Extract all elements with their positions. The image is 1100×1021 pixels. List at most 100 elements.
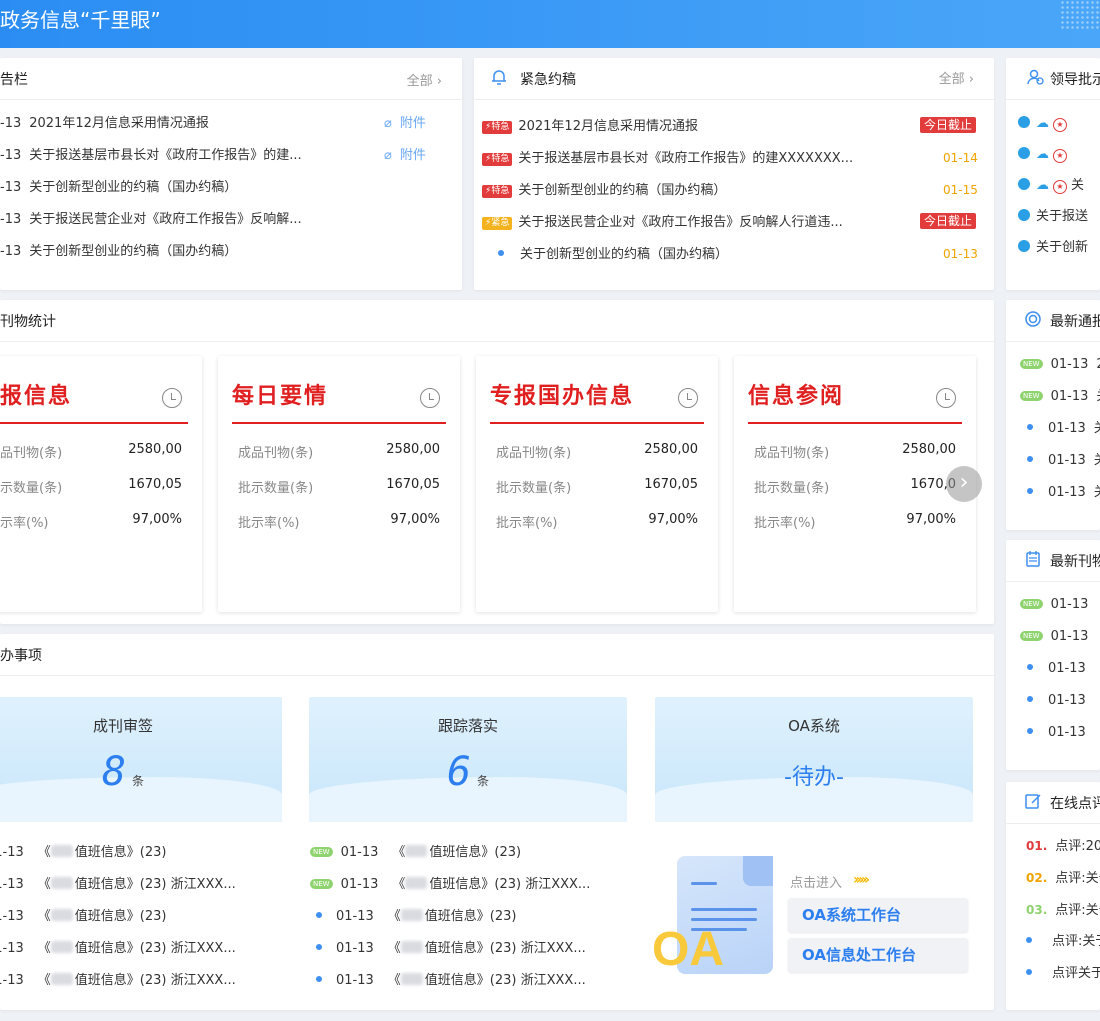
- stat-label: 成品刊物(条): [238, 446, 314, 461]
- chevron-right-icon: ›: [959, 470, 969, 495]
- review-title: 在线点评: [1050, 795, 1100, 812]
- latest-pub-row[interactable]: NEW 01-13: [1020, 627, 1100, 647]
- pending-box-oa[interactable]: OA系统 -待办-: [655, 697, 973, 822]
- due-today-badge: 今日截止: [920, 213, 977, 229]
- pending-row[interactable]: 01-13 《 值班信息》(23) 浙江XXX...: [0, 875, 276, 895]
- row-text: 关: [1096, 389, 1100, 404]
- review-row[interactable]: 03. 点评:关于: [1026, 900, 1100, 920]
- oa-info-workbench-button[interactable]: OA信息处工作台: [788, 938, 968, 972]
- leader-row[interactable]: ☁ ★ 关: [1018, 176, 1100, 196]
- pending-row[interactable]: 01-13 《 值班信息》(23) 浙江XXX...: [0, 939, 276, 959]
- hand-icon: [1018, 209, 1030, 221]
- notice-row[interactable]: -13 2021年12月信息采用情况通报: [0, 114, 450, 134]
- redacted-text: [405, 877, 428, 889]
- pending-row[interactable]: 01-13 《 值班信息》(23): [310, 907, 600, 927]
- urgent-row[interactable]: ⚡特急 2021年12月信息采用情况通报: [482, 117, 922, 137]
- row-text: 《: [37, 845, 51, 860]
- urgent-row[interactable]: ⚡紧急 关于报送民营企业对《政府工作报告》反响解人行道违...: [482, 213, 922, 233]
- notice-row[interactable]: -13 关于报送民营企业对《政府工作报告》反响解...: [0, 210, 450, 230]
- stat-card[interactable]: 报信息 品刊物(条) 2580,00 示数量(条) 1670,05 示率(%) 97,00%: [0, 356, 202, 612]
- row-text: 关: [1094, 485, 1100, 500]
- row-text: 《: [387, 909, 401, 924]
- latest-pub-header: 最新刊物: [1006, 540, 1100, 582]
- due-today-badge: 今日截止: [920, 117, 977, 133]
- pending-box-sign[interactable]: 成刊审签 8条: [0, 697, 282, 822]
- priority-badge: ⚡紧急: [482, 217, 513, 230]
- due-date: 01-13: [943, 247, 978, 261]
- row-date: 01-13: [0, 909, 24, 924]
- pending-row[interactable]: NEW 01-13 《 值班信息》(23): [310, 843, 600, 863]
- row-date: 01-13: [336, 909, 374, 924]
- pending-row[interactable]: 01-13 《 值班信息》(23) 浙江XXX...: [0, 971, 276, 991]
- clock-icon: [936, 388, 956, 408]
- latest-notice-row[interactable]: NEW 01-13 关: [1020, 387, 1100, 407]
- stat-label: 批示率(%): [238, 516, 300, 531]
- stat-label: 批示数量(条): [496, 481, 572, 496]
- review-row[interactable]: 02. 点评:关于: [1026, 868, 1100, 888]
- attachment-link[interactable]: ⌀ 附件: [384, 146, 426, 166]
- urgent-text: 关于报送基层市县长对《政府工作报告》的建XXXXXXX...: [518, 151, 854, 166]
- review-row[interactable]: 点评:关于: [1026, 932, 1100, 952]
- notice-row[interactable]: -13 关于报送基层市县长对《政府工作报告》的建...: [0, 146, 450, 166]
- pending-row[interactable]: 01-13 《 值班信息》(23) 浙江XXX...: [310, 971, 600, 991]
- stats-next-button[interactable]: ›: [946, 466, 982, 502]
- notice-more-link[interactable]: 全部 ›: [407, 70, 442, 89]
- latest-notice-row[interactable]: 01-13 关: [1020, 419, 1100, 439]
- leader-row[interactable]: ☁ ★: [1018, 114, 1100, 134]
- leader-row[interactable]: ☁ ★: [1018, 145, 1100, 165]
- stat-label: 批示数量(条): [238, 481, 314, 496]
- row-date: 01-13: [1050, 389, 1089, 404]
- attachment-link[interactable]: ⌀ 附件: [384, 114, 426, 134]
- bullet-dot: [1020, 419, 1040, 439]
- redacted-text: [400, 909, 423, 921]
- urgent-text: 关于报送民营企业对《政府工作报告》反响解人行道违...: [518, 215, 843, 230]
- pending-box-track[interactable]: 跟踪落实 6条: [309, 697, 627, 822]
- latest-notice-row[interactable]: 01-13 关: [1020, 451, 1100, 471]
- review-row[interactable]: 点评关于: [1026, 964, 1100, 984]
- latest-notice-row[interactable]: 01-13 关: [1020, 483, 1100, 503]
- redacted-text: [50, 973, 73, 985]
- latest-pub-row[interactable]: 01-13: [1020, 659, 1100, 679]
- redacted-text: [50, 909, 73, 921]
- urgent-row[interactable]: ⚡特急 关于创新型创业的约稿（国办约稿）: [482, 181, 922, 201]
- latest-pub-title: 最新刊物: [1050, 553, 1100, 570]
- review-text: 点评:20: [1055, 839, 1100, 854]
- stat-value: 97,00%: [132, 512, 182, 527]
- stat-value: 1670,05: [128, 477, 182, 492]
- due-date: 01-15: [943, 183, 978, 197]
- notice-row[interactable]: -13 关于创新型创业的约稿（国办约稿）: [0, 242, 450, 262]
- latest-notice-row[interactable]: NEW 01-13 2: [1020, 355, 1100, 375]
- pending-row[interactable]: NEW 01-13 《 值班信息》(23) 浙江XXX...: [310, 875, 600, 895]
- urgent-row[interactable]: ⚡特急 关于报送基层市县长对《政府工作报告》的建XXXXXXX...: [482, 149, 922, 169]
- clock-icon: [420, 388, 440, 408]
- urgent-more-link[interactable]: 全部 ›: [939, 68, 974, 87]
- target-icon: [1024, 310, 1042, 332]
- title-underline: [0, 422, 188, 424]
- stat-card[interactable]: 专报国办信息 成品刊物(条) 2580,00 批示数量(条) 1670,05 批示率(%)…: [476, 356, 718, 612]
- star-badge-icon: ★: [1053, 180, 1067, 194]
- notice-row[interactable]: -13 关于创新型创业的约稿（国办约稿）: [0, 178, 450, 198]
- pending-row[interactable]: 01-13 《 值班信息》(23) 浙江XXX...: [310, 939, 600, 959]
- notice-date: -13: [0, 116, 22, 131]
- redacted-text: [50, 877, 73, 889]
- pending-row[interactable]: 01-13 《 值班信息》(23): [0, 907, 276, 927]
- leader-row[interactable]: 关于报送: [1018, 207, 1100, 227]
- leader-row[interactable]: 关于创新: [1018, 238, 1100, 258]
- latest-pub-row[interactable]: NEW 01-13: [1020, 595, 1100, 615]
- stat-card[interactable]: 每日要情 成品刊物(条) 2580,00 批示数量(条) 1670,05 批示率(%) 97…: [218, 356, 460, 612]
- priority-badge: ⚡特急: [482, 121, 513, 134]
- latest-pub-row[interactable]: 01-13: [1020, 691, 1100, 711]
- map-icon: ☁: [1036, 116, 1049, 131]
- stat-card[interactable]: 信息参阅 成品刊物(条) 2580,00 批示数量(条) 1670,0 批示率(%) 97,…: [734, 356, 976, 612]
- row-date: 01-13: [340, 845, 379, 860]
- oa-workbench-button[interactable]: OA系统工作台: [788, 898, 968, 932]
- review-row[interactable]: 01. 点评:20: [1026, 836, 1100, 856]
- latest-pub-row[interactable]: 01-13: [1020, 723, 1100, 743]
- pending-row[interactable]: 01-13 《 值班信息》(23): [0, 843, 276, 863]
- stat-label: 示率(%): [0, 516, 49, 531]
- review-text: 点评:关于: [1055, 903, 1100, 918]
- urgent-row[interactable]: 关于创新型创业的约稿（国办约稿）: [482, 245, 922, 265]
- row-date: 01-13: [1050, 597, 1089, 612]
- new-badge: NEW: [1020, 631, 1043, 641]
- row-date: 01-13: [336, 941, 374, 956]
